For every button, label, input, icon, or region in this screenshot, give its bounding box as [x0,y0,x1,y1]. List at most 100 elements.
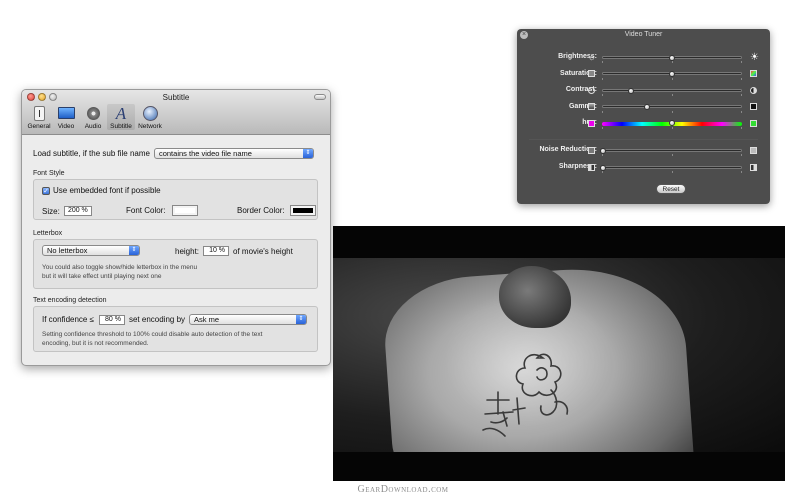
half-circle-icon [750,86,757,94]
popup-value: No letterbox [47,246,88,255]
font-size-row: Size: 200 % [42,206,92,216]
slider-track[interactable] [602,54,742,61]
noise-low-icon [588,146,595,154]
border-color-swatch [292,208,313,213]
circle-icon [588,86,595,94]
slider-ticks [602,77,742,81]
letterbox-note: You could also toggle show/hide letterbo… [42,264,197,281]
slider-ticks [602,154,742,157]
slider-knob[interactable] [669,71,675,78]
border-color-row: Border Color: [237,205,316,216]
font-color-well[interactable] [171,205,198,216]
slider-track[interactable] [602,71,742,78]
general-icon [33,105,45,121]
slider-knob[interactable] [600,147,606,154]
color-square-icon [750,70,757,78]
slider-ticks [602,110,742,114]
letterbox-group: No letterbox ⇕ height: 10 % of movie's h… [33,239,318,289]
tab-label: Audio [84,123,102,130]
tuner-title: Video Tuner [624,31,663,38]
encoding-popup[interactable]: Ask me ⇕ [189,314,308,325]
confidence-label: If confidence ≤ [42,315,94,324]
window-titlebar: Subtitle General Video Audio A Subtitle … [22,90,330,135]
letterbox-height-label: height: [175,246,200,256]
video-tuner-panel: × Video Tuner Brightness: ☼ ☀ Saturation: Co… [517,29,770,204]
encoding-note: Setting confidence threshold to 100% cou… [42,331,262,348]
slider-ticks [602,61,742,64]
letterbox-note-line: You could also toggle show/hide letterbo… [42,264,198,271]
font-style-section-title: Font Style [33,170,65,177]
popup-value: Ask me [194,315,220,324]
encoding-section-title: Text encoding detection [33,297,107,304]
slider-ticks [602,94,742,97]
slider-track[interactable] [600,164,742,171]
subtitle-preferences-window: Subtitle General Video Audio A Subtitle … [21,89,331,366]
encoding-note-line: encoding, but it is not recommended. [42,339,149,347]
letterbox-note-line: but it will take effect until playing ne… [42,272,162,280]
subtitle-letter-icon: A [115,103,127,123]
tab-audio[interactable]: Audio [80,104,106,130]
tab-label: Network [138,123,162,130]
slider-track[interactable] [600,147,742,154]
display-icon [57,107,75,119]
tab-subtitle[interactable]: A Subtitle [107,104,135,130]
load-subtitle-label: Load subtitle, if the sub file name [33,149,150,158]
font-color-row: Font Color: [126,205,198,216]
globe-icon [142,105,158,121]
load-subtitle-row: Load subtitle, if the sub file name cont… [33,148,314,159]
slider-knob[interactable] [669,54,675,61]
tab-network[interactable]: Network [136,104,164,130]
set-encoding-label: set encoding by [128,315,186,324]
size-label: Size: [42,206,60,216]
gamma-high-icon [750,103,757,111]
window-title: Subtitle [162,93,190,102]
slider-knob[interactable] [600,164,606,171]
movie-still [333,258,785,452]
border-color-well[interactable] [289,205,316,216]
border-color-label: Border Color: [237,206,285,215]
confidence-field[interactable]: 80 % [98,314,125,325]
embedded-font-checkbox[interactable]: ✓ [42,186,50,195]
tab-general[interactable]: General [26,104,52,130]
slider-knob[interactable] [627,87,634,94]
video-frame [333,226,785,481]
letterbox-height-row: height: 10 % of movie's height [175,246,293,256]
tuner-separator [529,139,758,140]
toolbar-toggle-button[interactable] [314,94,326,100]
preferences-toolbar: General Video Audio A Subtitle Network [26,104,164,130]
watermark-text: GearDownload.com [357,484,449,495]
letterbox-row: No letterbox ⇕ [42,245,140,256]
slider-track[interactable] [602,119,742,126]
slider-ticks [602,171,742,174]
letterbox-height-suffix: of movie's height [233,246,293,256]
slider-knob[interactable] [669,119,675,126]
sharp-low-icon [588,163,595,171]
embedded-font-label: Use embedded font if possible [53,186,161,195]
font-color-swatch [174,208,195,213]
tab-label: General [27,123,51,130]
embedded-font-row: ✓ Use embedded font if possible [42,186,161,195]
letterbox-height-field[interactable]: 10 % [203,246,230,256]
slider-track[interactable] [602,104,742,111]
slider-track[interactable] [602,87,742,94]
sun-large-icon: ☀ [750,51,759,63]
green-square-icon [750,119,757,127]
tab-label: Subtitle [110,123,132,130]
popup-arrows-icon: ⇕ [129,246,139,255]
encoding-group: If confidence ≤ 80 % set encoding by Ask… [33,306,318,352]
font-size-field[interactable]: 200 % [63,206,92,216]
magenta-square-icon [588,119,595,127]
gamma-low-icon [588,103,595,111]
letterbox-popup[interactable]: No letterbox ⇕ [42,245,140,256]
slider-knob[interactable] [644,104,651,111]
sun-small-icon: ☼ [588,52,596,62]
slider-ticks [602,127,742,130]
popup-value: contains the video file name [158,149,252,158]
tab-video[interactable]: Video [53,104,79,130]
sharp-high-icon [750,163,757,171]
popup-arrows-icon: ⇕ [296,315,307,324]
subtitle-settings-panel: Load subtitle, if the sub file name cont… [22,135,330,365]
load-subtitle-popup[interactable]: contains the video file name ⇕ [153,148,314,159]
reset-button[interactable]: Reset [656,184,686,194]
font-style-group: ✓ Use embedded font if possible Size: 20… [33,179,318,220]
